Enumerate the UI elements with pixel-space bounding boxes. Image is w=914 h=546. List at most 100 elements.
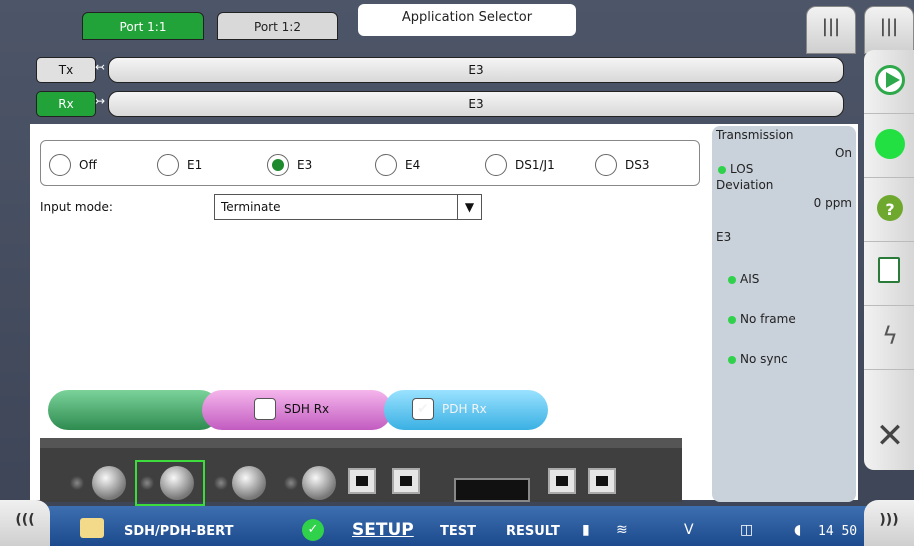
menu-tab-1[interactable]: ||| <box>806 6 856 54</box>
ais-label: AIS <box>740 272 760 286</box>
bnc-connector-1[interactable] <box>92 466 126 500</box>
led-icon <box>718 165 726 174</box>
wifi-icon: ≋ <box>616 522 628 538</box>
deviation-value: 0 ppm <box>813 196 852 210</box>
selected-connector-highlight <box>135 460 205 506</box>
radio-label: DS1/J1 <box>515 158 555 172</box>
check-icon: ✓ <box>302 519 324 541</box>
radio-e4[interactable]: E4 <box>375 153 420 177</box>
close-icon: ✕ <box>875 416 905 456</box>
lightning-icon: ϟ <box>882 322 898 350</box>
radio-off[interactable]: Off <box>49 153 97 177</box>
connector-dot <box>214 476 228 490</box>
right-nav-tab[interactable]: ))) <box>864 500 914 546</box>
no-sync-label: No sync <box>740 352 788 366</box>
report-icon <box>878 257 900 283</box>
network-icon: ◫ <box>740 522 754 538</box>
radio-circle <box>375 154 397 176</box>
rx-button[interactable]: Rx <box>36 91 96 117</box>
rx-signal-bar[interactable]: E3 <box>108 91 844 117</box>
volume-icon: ◖ <box>794 522 802 538</box>
app-icon <box>80 518 104 538</box>
rj45-port-1[interactable] <box>348 468 376 494</box>
pdh-rx-label: PDH Rx <box>442 402 487 416</box>
rj45-port-3[interactable] <box>548 468 576 494</box>
radio-label: E1 <box>187 158 203 172</box>
application-selector-button[interactable]: Application Selector <box>358 4 576 36</box>
led-icon <box>728 315 736 324</box>
radio-circle <box>157 154 179 176</box>
radio-e1[interactable]: E1 <box>157 153 202 177</box>
arrow-left-icon: ↢ <box>95 60 106 74</box>
radio-e3[interactable]: E3 <box>267 153 312 177</box>
sfp-port[interactable] <box>454 478 530 502</box>
input-mode-label: Input mode: <box>40 200 113 214</box>
radio-label: E3 <box>297 158 313 172</box>
tab-result[interactable]: RESULT <box>506 524 560 539</box>
tx-signal-bar[interactable]: E3 <box>108 57 844 83</box>
status-led-icon <box>875 129 905 159</box>
rate-radio-group: Off E1 E3 E4 DS1/J1 DS3 <box>40 140 700 186</box>
clock: 14 50 <box>818 524 858 539</box>
tab-test[interactable]: TEST <box>440 524 476 539</box>
start-button[interactable] <box>864 50 914 114</box>
no-frame-label: No frame <box>740 312 796 326</box>
chevron-left-icon: ((( <box>15 512 35 528</box>
event-button[interactable]: ϟ <box>864 306 914 370</box>
radio-ds1-j1[interactable]: DS1/J1 <box>485 153 555 177</box>
app-name: SDH/PDH-BERT <box>124 524 234 539</box>
bottom-bar: SDH/PDH-BERT ✓ SETUP TEST RESULT ▮ ≋ V ◫… <box>0 506 914 546</box>
pipe-physical <box>48 390 220 430</box>
close-button[interactable]: ✕ <box>864 406 914 470</box>
rj45-port-2[interactable] <box>392 468 420 494</box>
led-icon <box>728 275 736 284</box>
sdh-rx-label: SDH Rx <box>284 402 330 416</box>
ais-indicator: AIS <box>728 272 759 286</box>
menu-icon: ||| <box>879 16 899 37</box>
help-icon: ? <box>877 195 903 221</box>
radio-ds3[interactable]: DS3 <box>595 153 650 177</box>
report-button[interactable] <box>864 242 914 306</box>
no-frame-indicator: No frame <box>728 312 796 326</box>
radio-circle-selected <box>267 154 289 176</box>
radio-circle <box>595 154 617 176</box>
pdh-rx-toggle[interactable]: ✔ PDH Rx <box>412 398 487 420</box>
left-nav-tab[interactable]: ((( <box>0 500 50 546</box>
tx-button[interactable]: Tx <box>36 57 96 83</box>
radio-circle <box>485 154 507 176</box>
play-icon <box>875 65 905 95</box>
chevron-right-icon: ))) <box>879 512 899 528</box>
menu-tab-2[interactable]: ||| <box>864 6 914 54</box>
tab-setup[interactable]: SETUP <box>352 520 414 540</box>
input-mode-select[interactable]: Terminate ▼ <box>214 194 482 220</box>
los-label: LOS <box>730 162 754 176</box>
checkbox-checked-icon: ✔ <box>412 398 434 420</box>
status-panel: Transmission On LOS Deviation 0 ppm E3 A… <box>712 126 856 502</box>
right-rail: ? ϟ ✕ <box>864 50 914 470</box>
e3-header: E3 <box>716 230 732 244</box>
chevron-down-icon: ▼ <box>457 195 481 219</box>
sdh-rx-toggle[interactable]: SDH Rx <box>254 398 329 420</box>
led-button[interactable] <box>864 114 914 178</box>
deviation-label: Deviation <box>716 178 774 192</box>
connector-dot <box>70 476 84 490</box>
bnc-connector-4[interactable] <box>302 466 336 500</box>
menu-icon: ||| <box>821 16 841 37</box>
rj45-port-4[interactable] <box>588 468 616 494</box>
checkbox-icon <box>254 398 276 420</box>
transmission-value: On <box>834 146 852 160</box>
arrow-right-icon: ↣ <box>95 94 106 108</box>
bnc-connector-3[interactable] <box>232 466 266 500</box>
no-sync-indicator: No sync <box>728 352 788 366</box>
led-icon <box>728 355 736 364</box>
v-icon: V <box>684 522 694 538</box>
connector-panel-top <box>40 438 682 448</box>
tab-port-1-2[interactable]: Port 1:2 <box>217 12 338 40</box>
help-button[interactable]: ? <box>864 178 914 242</box>
battery-icon: ▮ <box>582 522 590 538</box>
radio-label: Off <box>79 158 97 172</box>
transmission-label: Transmission <box>716 128 794 142</box>
input-mode-value: Terminate <box>221 200 281 214</box>
tab-port-1-1[interactable]: Port 1:1 <box>82 12 204 40</box>
radio-label: DS3 <box>625 158 650 172</box>
